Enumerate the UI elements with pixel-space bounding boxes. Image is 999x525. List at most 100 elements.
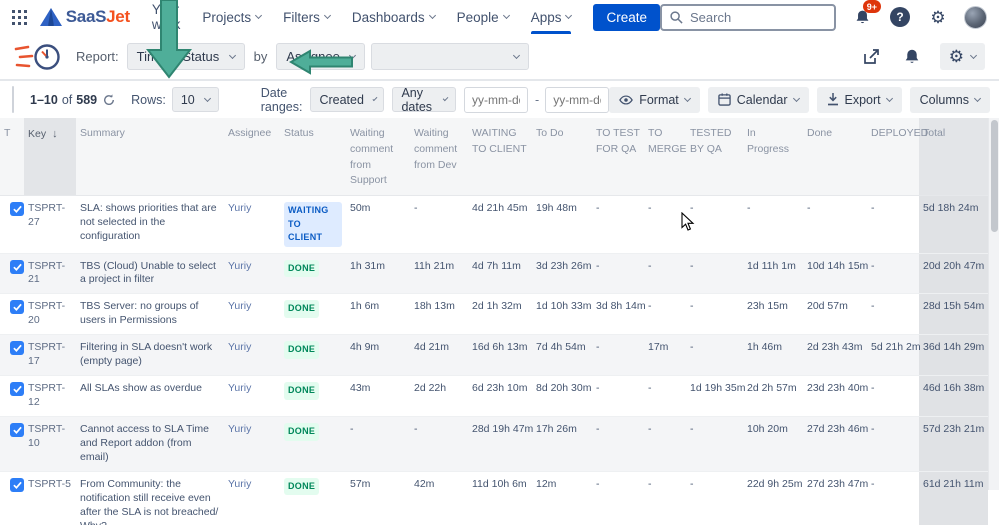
issue-type-cell [0,196,24,254]
nav-item-apps[interactable]: Apps [530,0,573,34]
time-value-cell: 18h 13m [414,300,455,313]
task-type-icon[interactable] [10,341,24,356]
task-type-icon[interactable] [10,477,24,492]
issue-key-link[interactable]: TSPRT-17 [28,341,65,367]
notifications-button[interactable]: 9+ [850,0,881,29]
issue-key-link[interactable]: TSPRT-21 [28,260,65,286]
saasjet-logo[interactable]: SaaSJet [39,7,130,27]
column-header-waiting-comment-from-dev[interactable]: Waiting comment from Dev [410,118,468,196]
settings-button[interactable]: ⚙ [926,5,950,29]
column-header-label: Assignee [228,127,272,139]
assignee-link[interactable]: Yuriy [228,300,251,312]
refresh-button[interactable] [101,92,117,108]
scrollbar-thumb[interactable] [990,120,998,232]
eye-icon [619,94,634,105]
column-header-tested-by-qa[interactable]: TESTED BY QA [686,118,743,196]
summary-cell: All SLAs show as overdue [76,376,224,417]
issue-summary-link[interactable]: All SLAs show as overdue [80,382,202,394]
notification-badge: 9+ [862,0,881,13]
nav-item-projects[interactable]: Projects [202,0,263,34]
share-button[interactable] [860,45,884,69]
column-header-t[interactable]: T [0,118,24,196]
app-switcher-icon[interactable] [12,7,28,27]
issue-key-link[interactable]: TSPRT-10 [28,423,65,449]
time-value-cell: - [871,202,875,214]
time-value-cell: - [871,300,875,313]
date-preset-select[interactable]: Any dates [392,86,457,114]
nav-item-filters[interactable]: Filters [283,0,331,34]
table-body: TSPRT-27 SLA: shows priorities that are n… [0,195,988,525]
assignee-link[interactable]: Yuriy [228,341,251,353]
issue-type-cell [0,294,24,335]
assignee-link[interactable]: Yuriy [228,423,251,435]
issue-key-link[interactable]: TSPRT-27 [28,202,65,228]
toolbar-right-buttons: Format Calendar Export Columns [609,86,990,113]
issue-summary-link[interactable]: TBS (Cloud) Unable to select a project i… [80,260,216,286]
column-header-to-do[interactable]: To Do [532,118,592,196]
help-button[interactable]: ? [888,5,912,29]
time-value-cell: - [648,259,652,272]
table-view-button[interactable] [13,87,14,112]
task-type-icon[interactable] [10,423,24,438]
report-settings-dropdown[interactable]: ⚙ [939,43,985,70]
column-header-deployed[interactable]: DEPLOYED [867,118,928,196]
nav-item-dashboards[interactable]: Dashboards [352,0,436,34]
column-header-label: TO TEST FOR QA [596,127,640,155]
issue-type-cell [0,471,24,525]
calendar-icon [718,93,731,106]
task-type-icon[interactable] [10,202,24,216]
assignee-link[interactable]: Yuriy [228,382,251,394]
column-header-status[interactable]: Status [280,118,346,196]
issue-key-link[interactable]: TSPRT-20 [28,300,65,326]
issue-key-link[interactable]: TSPRT-12 [28,382,65,408]
group-by-select[interactable]: Assignee [276,43,365,70]
column-header-key[interactable]: Key ↓ [24,118,76,196]
assignee-link[interactable]: Yuriy [228,260,251,272]
format-button[interactable]: Format [609,86,700,113]
task-type-icon[interactable] [10,259,24,274]
avatar[interactable] [964,5,987,29]
issue-key-link[interactable]: TSPRT-5 [28,478,71,490]
column-header-done[interactable]: Done [803,118,867,196]
issue-type-cell [0,376,24,417]
assignee-cell: Yuriy [224,417,280,472]
date-field-select[interactable]: Created [310,87,385,112]
report-notifications-button[interactable] [900,45,924,69]
column-header-total[interactable]: Total [919,118,988,196]
column-header-to-merge[interactable]: TO MERGE [644,118,687,196]
column-header-to-test-for-qa[interactable]: TO TEST FOR QA [592,118,644,196]
column-header-waiting-to-client[interactable]: WAITING TO CLIENT [468,118,532,196]
issue-summary-link[interactable]: TBS Server: no groups of users in Permis… [80,300,198,326]
assignee-link[interactable]: Yuriy [228,478,251,490]
task-type-icon[interactable] [10,300,24,315]
columns-button[interactable]: Columns [909,86,990,113]
issue-summary-link[interactable]: Filtering in SLA doesn't work (empty pag… [80,341,212,367]
issue-summary-link[interactable]: From Community: the notification still r… [80,478,218,525]
column-header-summary[interactable]: Summary [76,118,224,196]
vertical-scrollbar[interactable] [988,118,999,490]
report-type-select[interactable]: Time in Status [126,43,245,70]
time-value-cell: 10d 14h 15m [807,259,869,272]
search-input[interactable]: Search [660,3,836,31]
time-value-cell: - [807,202,811,214]
column-header-assignee[interactable]: Assignee [224,118,280,196]
date-from-input[interactable] [464,86,529,113]
date-to-input[interactable] [545,86,610,113]
issue-summary-link[interactable]: Cannot access to SLA Time and Report add… [80,423,209,463]
task-type-icon[interactable] [10,382,24,397]
nav-item-your-work[interactable]: Your work [152,0,181,34]
issue-summary-link[interactable]: SLA: shows priorities that are not selec… [80,202,217,242]
calendar-button[interactable]: Calendar [707,86,809,113]
chevron-down-icon [372,95,377,101]
column-header-waiting-comment-from-support[interactable]: Waiting comment from Support [346,118,410,196]
assignee-link[interactable]: Yuriy [228,202,251,214]
export-button[interactable]: Export [816,86,902,113]
nav-item-people[interactable]: People [457,0,510,34]
create-button[interactable]: Create [593,3,660,31]
bell-icon [905,49,919,63]
rows-per-page-select[interactable]: 10 [171,87,219,112]
time-value-cell: - [596,341,600,354]
column-header-in-progress[interactable]: In Progress [743,118,803,196]
user-filter-select[interactable] [370,43,529,70]
time-value-cell: 8d 20h 30m [536,382,592,395]
